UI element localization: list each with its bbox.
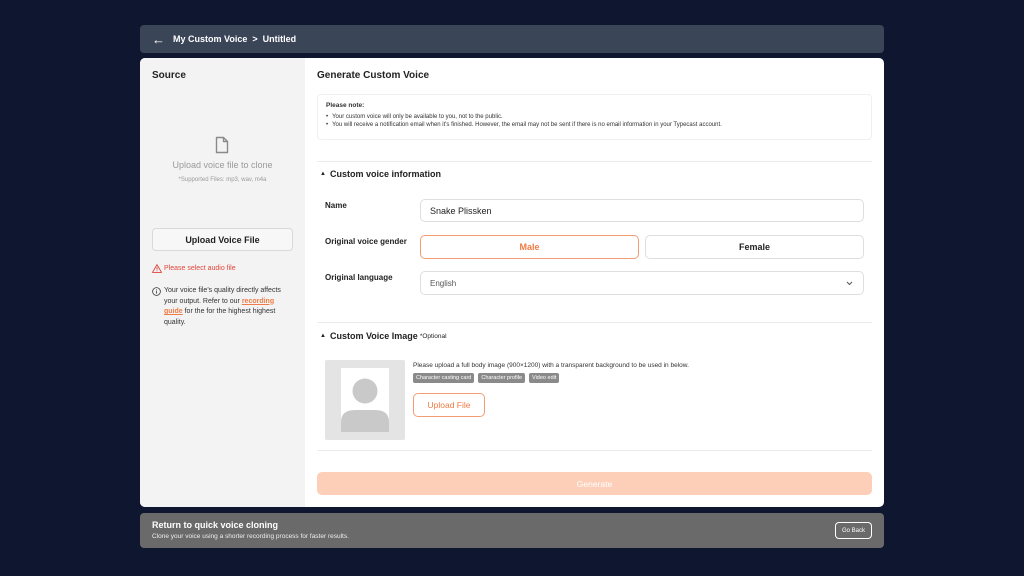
note-box: Please note: Your custom voice will only… [317, 94, 872, 140]
language-value: English [430, 278, 457, 288]
note-item: You will receive a notification email wh… [326, 122, 863, 128]
upload-voice-file-button[interactable]: Upload Voice File [152, 228, 293, 251]
upload-image-button[interactable]: Upload File [413, 393, 485, 417]
tag-character-profile: Character profile [478, 373, 526, 383]
image-placeholder [325, 360, 405, 440]
gender-female-button[interactable]: Female [645, 235, 864, 259]
language-label: Original language [325, 273, 393, 282]
gender-label: Original voice gender [325, 237, 407, 246]
image-section-toggle[interactable]: ▲ Custom Voice Image *Optional [320, 331, 447, 341]
tag-casting-card: Character casting card [413, 373, 475, 383]
file-icon [215, 136, 229, 154]
optional-label: *Optional [419, 332, 447, 340]
generate-button[interactable]: Generate [317, 472, 872, 495]
back-arrow-icon[interactable]: ← [152, 33, 165, 46]
source-panel: Source Upload voice file to clone *Suppo… [140, 58, 305, 507]
breadcrumb-bar: ← My Custom Voice > Untitled [140, 25, 884, 53]
info-section-toggle[interactable]: ▲ Custom voice information [320, 169, 441, 179]
source-title: Source [152, 70, 186, 81]
note-item: Your custom voice will only be available… [326, 114, 863, 120]
language-select[interactable]: English [420, 271, 864, 295]
caret-up-icon: ▲ [320, 333, 326, 339]
divider [317, 161, 872, 162]
info-section-title: Custom voice information [329, 169, 441, 179]
note-list: Your custom voice will only be available… [326, 114, 863, 128]
breadcrumb-parent[interactable]: My Custom Voice [173, 34, 247, 44]
warning-icon [152, 264, 162, 273]
tag-video-edit: Video edit [529, 373, 560, 383]
image-description: Please upload a full body image (900×120… [413, 362, 689, 369]
divider [317, 450, 872, 451]
error-text: Please select audio file [164, 265, 236, 272]
divider [317, 322, 872, 323]
chevron-down-icon [846, 281, 853, 285]
quick-clone-banner: Return to quick voice cloning Clone your… [140, 513, 884, 548]
banner-title: Return to quick voice cloning [152, 520, 279, 530]
upload-hint[interactable]: Upload voice file to clone [140, 160, 305, 170]
quality-info: Your voice file's quality directly affec… [152, 286, 292, 328]
supported-files: *Supported Files: mp3, wav, m4a [178, 177, 267, 183]
name-input[interactable]: Snake Plissken [420, 199, 864, 222]
gender-male-button[interactable]: Male [420, 235, 639, 259]
note-title: Please note: [326, 102, 365, 109]
banner-subtitle: Clone your voice using a shorter recordi… [152, 533, 349, 540]
error-message: Please select audio file [152, 264, 236, 273]
generate-panel: Generate Custom Voice Please note: Your … [305, 58, 884, 507]
person-silhouette-icon [341, 368, 389, 432]
main-card: Source Upload voice file to clone *Suppo… [140, 58, 884, 507]
page-title: Generate Custom Voice [317, 70, 430, 81]
go-back-button[interactable]: Go Back [834, 522, 872, 539]
image-section-title: Custom Voice Image [329, 331, 418, 341]
name-label: Name [325, 201, 347, 210]
breadcrumb-separator: > [252, 34, 258, 44]
quality-info-text: Your voice file's quality directly affec… [164, 286, 292, 328]
caret-up-icon: ▲ [320, 171, 326, 177]
info-icon [152, 287, 161, 296]
usage-tags: Character casting card Character profile… [413, 373, 560, 383]
breadcrumb-current: Untitled [262, 34, 297, 44]
